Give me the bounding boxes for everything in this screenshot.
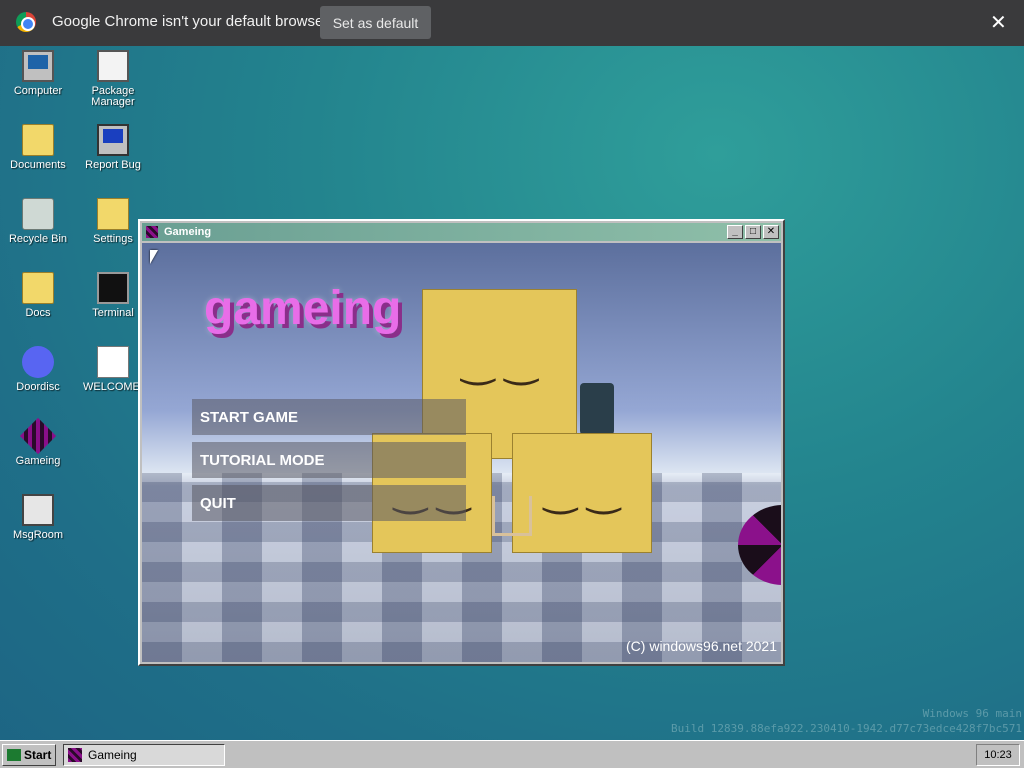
build-watermark: Windows 96 main Build 12839.88efa922.230… bbox=[671, 706, 1022, 736]
desktop-icon-label: MsgRoom bbox=[12, 529, 64, 541]
gameing-window[interactable]: Gameing _ □ ✕ gameing START GAME TUTORIA… bbox=[138, 219, 785, 666]
desktop-icon-label: Report Bug bbox=[85, 159, 141, 171]
desktop-icon-label: Doordisc bbox=[16, 381, 60, 393]
start-button[interactable]: Start bbox=[2, 744, 56, 766]
desktop-icon-label: Settings bbox=[93, 233, 133, 245]
settings-icon bbox=[97, 198, 129, 230]
desktop-icon-docs[interactable]: Docs bbox=[1, 272, 75, 319]
gameing-icon bbox=[146, 226, 158, 238]
copyright-text: (C) windows96.net 2021 bbox=[626, 638, 777, 654]
desktop-icon-gameing[interactable]: Gameing bbox=[1, 417, 75, 467]
minimize-button[interactable]: _ bbox=[727, 225, 743, 239]
desktop-icon-computer[interactable]: Computer bbox=[1, 50, 75, 97]
gameing-icon bbox=[68, 748, 82, 762]
chair-prop bbox=[492, 496, 532, 536]
desktop-icon-label: Recycle Bin bbox=[8, 233, 68, 245]
infobar-close-icon[interactable]: ✕ bbox=[990, 10, 1007, 35]
desktop-icon-label: Computer bbox=[13, 85, 63, 97]
maximize-button[interactable]: □ bbox=[745, 225, 761, 239]
taskbar-item-gameing[interactable]: Gameing bbox=[63, 744, 225, 766]
start-logo-icon bbox=[7, 749, 21, 761]
start-game-button[interactable]: START GAME bbox=[192, 399, 466, 435]
desktop-icon-label: Docs bbox=[25, 307, 51, 319]
quit-button[interactable]: QUIT bbox=[192, 485, 466, 521]
watermark-line-2: Build 12839.88efa922.230410-1942.d77c73e… bbox=[671, 722, 1022, 735]
infobar-message: Google Chrome isn't your default browser bbox=[52, 13, 329, 30]
taskbar-clock: 10:23 bbox=[976, 744, 1020, 766]
msgroom-icon bbox=[22, 494, 54, 526]
package-icon bbox=[97, 50, 129, 82]
window-titlebar[interactable]: Gameing _ □ ✕ bbox=[142, 223, 781, 241]
recycle-icon bbox=[22, 198, 54, 230]
watermark-line-1: Windows 96 main bbox=[922, 707, 1022, 720]
desktop-icon-msgroom[interactable]: MsgRoom bbox=[1, 494, 75, 541]
desktop-icon-doordisc[interactable]: Doordisc bbox=[1, 346, 75, 393]
desktop-icon-recycle-bin[interactable]: Recycle Bin bbox=[1, 198, 75, 245]
desktop-icon-label: Package Manager bbox=[91, 85, 135, 108]
smiley-box-right bbox=[512, 433, 652, 553]
tutorial-mode-button[interactable]: TUTORIAL MODE bbox=[192, 442, 466, 478]
window-controls: _ □ ✕ bbox=[727, 225, 779, 239]
start-label: Start bbox=[24, 748, 52, 762]
desktop-icon-label: Gameing bbox=[15, 455, 61, 467]
report-icon bbox=[97, 124, 129, 156]
mouse-cursor-icon bbox=[150, 250, 158, 264]
desktop-icon-documents[interactable]: Documents bbox=[1, 124, 75, 171]
set-as-default-button[interactable]: Set as default bbox=[320, 6, 431, 39]
barrel-prop bbox=[580, 383, 614, 435]
game-viewport[interactable]: gameing START GAME TUTORIAL MODE QUIT (C… bbox=[142, 243, 781, 662]
desktop-icon-label: Documents bbox=[10, 159, 66, 171]
folder-icon bbox=[22, 124, 54, 156]
game-title: gameing bbox=[204, 282, 402, 335]
chrome-logo-icon bbox=[16, 12, 36, 32]
chrome-default-browser-infobar: Google Chrome isn't your default browser… bbox=[0, 0, 1024, 46]
terminal-icon bbox=[97, 272, 129, 304]
taskbar: Start Gameing 10:23 bbox=[0, 740, 1024, 768]
desktop-icon-label: WELCOME. bbox=[83, 381, 143, 393]
gameing-icon bbox=[19, 417, 57, 455]
close-button[interactable]: ✕ bbox=[763, 225, 779, 239]
folder-icon bbox=[22, 272, 54, 304]
desktop-icon-package-manager[interactable]: Package Manager bbox=[76, 50, 150, 108]
discord-icon bbox=[22, 346, 54, 378]
desktop-icon-report-bug[interactable]: Report Bug bbox=[76, 124, 150, 171]
welcome-icon bbox=[97, 346, 129, 378]
taskbar-item-label: Gameing bbox=[88, 748, 137, 762]
window-title: Gameing bbox=[164, 226, 212, 238]
computer-icon bbox=[22, 50, 54, 82]
desktop-icon-label: Terminal bbox=[92, 307, 134, 319]
